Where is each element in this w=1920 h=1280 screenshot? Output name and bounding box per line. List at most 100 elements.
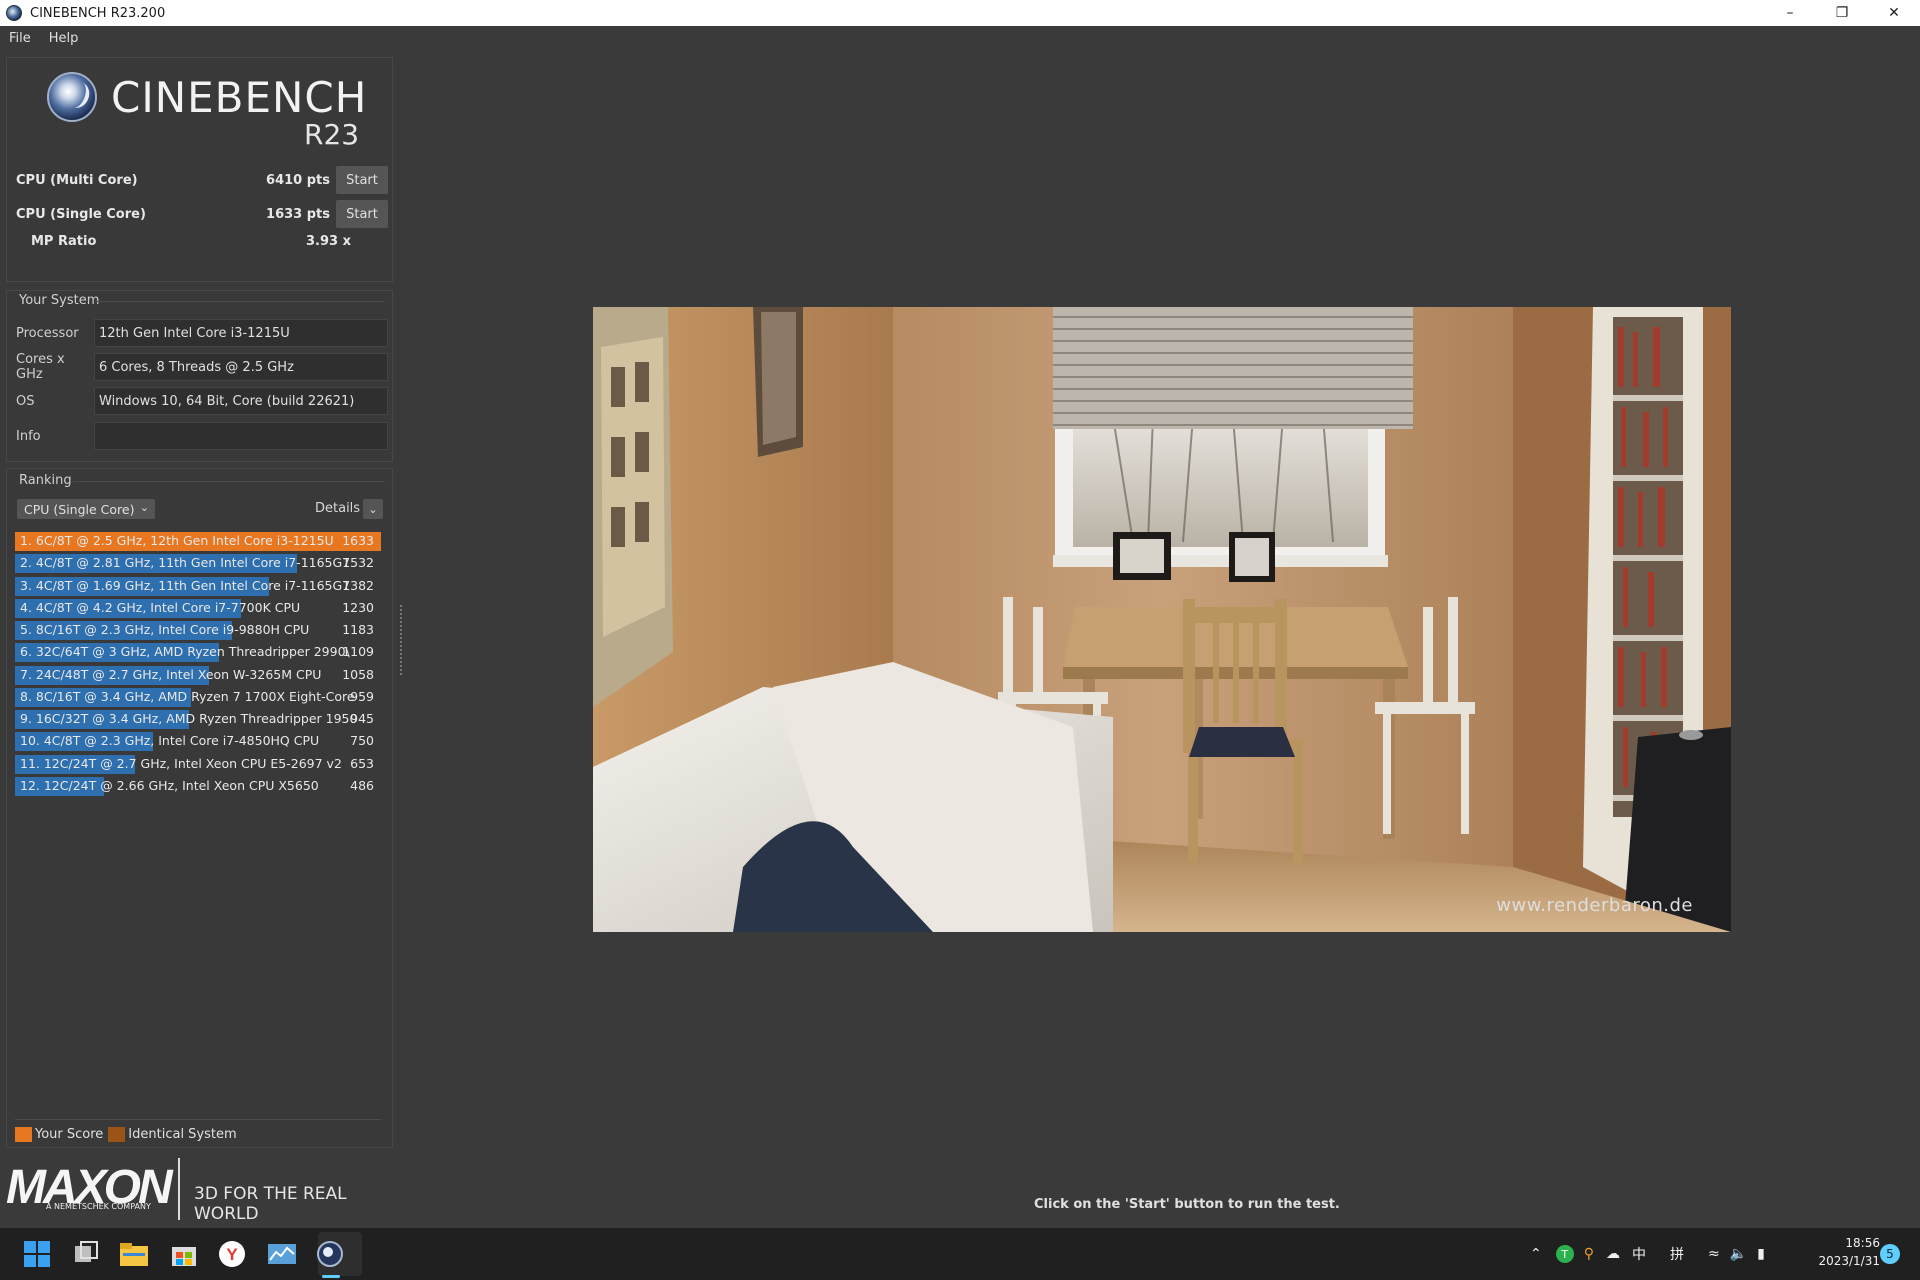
ime-mode-indicator[interactable]: 拼 xyxy=(1670,1244,1684,1264)
window-controls: – ❐ ✕ xyxy=(1764,0,1920,26)
ranking-item[interactable]: 9. 16C/32T @ 3.4 GHz, AMD Ryzen Threadri… xyxy=(15,708,381,730)
identical-system-legend-label: Identical System xyxy=(128,1127,237,1142)
ranking-item[interactable]: 2. 4C/8T @ 2.81 GHz, 11th Gen Intel Core… xyxy=(15,552,381,574)
taskbar-clock[interactable]: 18:56 2023/1/31 xyxy=(1812,1234,1880,1270)
yandex-browser-icon[interactable]: Y xyxy=(216,1238,248,1270)
ranking-list: 1. 6C/8T @ 2.5 GHz, 12th Gen Intel Core … xyxy=(15,530,381,797)
info-row: Info xyxy=(16,422,388,450)
maxon-divider xyxy=(178,1158,180,1220)
ranking-item-label: 12. 12C/24T @ 2.66 GHz, Intel Xeon CPU X… xyxy=(20,777,319,793)
ranking-item-label: 4. 4C/8T @ 4.2 GHz, Intel Core i7-7700K … xyxy=(20,599,301,615)
clock-time: 18:56 xyxy=(1845,1236,1880,1250)
file-explorer-icon[interactable] xyxy=(118,1238,150,1270)
clock-date: 2023/1/31 xyxy=(1818,1254,1880,1268)
logo-version: R23 xyxy=(304,118,360,151)
multi-core-label: CPU (Multi Core) xyxy=(16,172,138,188)
legend-divider xyxy=(15,1119,381,1120)
task-view-icon[interactable] xyxy=(70,1238,102,1270)
menu-file[interactable]: File xyxy=(0,31,40,46)
panel-splitter-handle[interactable] xyxy=(400,605,403,675)
window-title: CINEBENCH R23.200 xyxy=(30,5,166,21)
multi-core-row: CPU (Multi Core) 6410 pts Start xyxy=(16,165,388,195)
mp-ratio-value: 3.93 x xyxy=(306,234,351,249)
ranking-item[interactable]: 10. 4C/8T @ 2.3 GHz, Intel Core i7-4850H… xyxy=(15,730,381,752)
ranking-item-label: 3. 4C/8T @ 1.69 GHz, 11th Gen Intel Core… xyxy=(20,577,351,593)
status-message: Click on the 'Start' button to run the t… xyxy=(1034,1197,1340,1212)
processor-label: Processor xyxy=(16,325,79,341)
single-core-score: 1633 pts xyxy=(266,206,330,222)
your-system-title: Your System xyxy=(19,293,100,308)
maxon-tagline: 3D FOR THE REAL WORLD xyxy=(194,1184,347,1224)
ranking-item-your-score[interactable]: 1. 6C/8T @ 2.5 GHz, 12th Gen Intel Core … xyxy=(15,530,381,552)
your-score-legend-label: Your Score xyxy=(35,1127,104,1142)
ranking-item[interactable]: 5. 8C/16T @ 2.3 GHz, Intel Core i9-9880H… xyxy=(15,619,381,641)
title-bar: CINEBENCH R23.200 – ❐ ✕ xyxy=(0,0,1920,26)
ranking-legend: Your Score Identical System xyxy=(15,1127,237,1142)
mp-ratio-label: MP Ratio xyxy=(31,234,97,249)
ranking-item[interactable]: 7. 24C/48T @ 2.7 GHz, Intel Xeon W-3265M… xyxy=(15,664,381,686)
menu-bar: File Help xyxy=(0,26,1920,50)
multi-core-start-button[interactable]: Start xyxy=(336,166,388,194)
ranking-item-label: 11. 12C/24T @ 2.7 GHz, Intel Xeon CPU E5… xyxy=(20,755,342,771)
menu-help[interactable]: Help xyxy=(40,31,88,46)
section-divider xyxy=(95,301,385,302)
cinebench-taskbar-icon[interactable] xyxy=(314,1238,346,1270)
ranking-item-label: 6. 32C/64T @ 3 GHz, AMD Ryzen Threadripp… xyxy=(20,644,350,660)
ranking-item[interactable]: 3. 4C/8T @ 1.69 GHz, 11th Gen Intel Core… xyxy=(15,575,381,597)
tray-app-icon[interactable]: T xyxy=(1555,1245,1574,1263)
search-key-icon[interactable]: ⚲ xyxy=(1584,1246,1594,1262)
ranking-item-label: 2. 4C/8T @ 2.81 GHz, 11th Gen Intel Core… xyxy=(20,555,351,571)
render-watermark: www.renderbaron.de xyxy=(1496,895,1693,916)
battery-icon[interactable]: ▮ xyxy=(1757,1246,1765,1262)
ranking-item-score: 1230 xyxy=(342,599,374,615)
render-scene xyxy=(593,307,1731,932)
chevron-down-icon: ⌄ xyxy=(368,502,378,516)
chevron-up-icon[interactable]: ⌃ xyxy=(1530,1246,1542,1262)
ranking-item[interactable]: 11. 12C/24T @ 2.7 GHz, Intel Xeon CPU E5… xyxy=(15,753,381,775)
ranking-item[interactable]: 12. 12C/24T @ 2.66 GHz, Intel Xeon CPU X… xyxy=(15,775,381,797)
restore-icon[interactable]: ❐ xyxy=(1816,0,1868,26)
processor-row: Processor 12th Gen Intel Core i3-1215U xyxy=(16,319,388,347)
volume-icon[interactable]: 🔈 xyxy=(1730,1246,1747,1262)
monitor-app-icon[interactable] xyxy=(266,1238,298,1270)
ranking-item[interactable]: 8. 8C/16T @ 3.4 GHz, AMD Ryzen 7 1700X E… xyxy=(15,686,381,708)
details-toggle-button[interactable]: ⌄ xyxy=(363,499,383,519)
ranking-item-score: 486 xyxy=(350,777,374,793)
os-row: OS Windows 10, 64 Bit, Core (build 22621… xyxy=(16,387,388,415)
benchmark-panel: CINEBENCH R23 CPU (Multi Core) 6410 pts … xyxy=(6,57,393,282)
ranking-item-score: 1058 xyxy=(342,666,374,682)
onedrive-cloud-icon[interactable]: ☁ xyxy=(1606,1246,1620,1262)
notification-icon[interactable]: 5 xyxy=(1880,1244,1900,1264)
wifi-icon[interactable]: ≈ xyxy=(1708,1246,1720,1262)
active-app-indicator xyxy=(322,1275,340,1278)
logo-title: CINEBENCH xyxy=(111,72,368,122)
windows-start-icon[interactable] xyxy=(21,1238,53,1270)
microsoft-store-icon[interactable] xyxy=(168,1238,200,1270)
ranking-item-label: 8. 8C/16T @ 3.4 GHz, AMD Ryzen 7 1700X E… xyxy=(20,688,355,704)
close-icon[interactable]: ✕ xyxy=(1868,0,1920,26)
cinebench-logo: CINEBENCH xyxy=(47,72,367,122)
ranking-item-score: 1382 xyxy=(342,577,374,593)
system-tray: ⌃ T ⚲ ☁ 中 拼 ≈ 🔈 ▮ xyxy=(1530,1228,1765,1280)
single-core-label: CPU (Single Core) xyxy=(16,206,146,222)
minimize-icon[interactable]: – xyxy=(1764,0,1816,26)
maxon-logo-subtitle: A NEMETSCHEK COMPANY xyxy=(46,1202,151,1211)
ranking-type-dropdown[interactable]: CPU (Single Core) ⌄ xyxy=(17,499,155,519)
info-field[interactable] xyxy=(94,422,388,450)
mp-ratio-row: MP Ratio 3.93 x xyxy=(31,234,351,249)
ranking-item[interactable]: 6. 32C/64T @ 3 GHz, AMD Ryzen Threadripp… xyxy=(15,641,381,663)
ranking-item-score: 1183 xyxy=(342,622,374,637)
ranking-item-score: 750 xyxy=(350,733,374,749)
ranking-item-score: 653 xyxy=(350,755,374,771)
os-label: OS xyxy=(16,393,35,409)
ranking-item[interactable]: 4. 4C/8T @ 4.2 GHz, Intel Core i7-7700K … xyxy=(15,597,381,619)
your-score-swatch xyxy=(15,1127,32,1142)
single-core-row: CPU (Single Core) 1633 pts Start xyxy=(16,199,388,229)
identical-system-swatch xyxy=(108,1127,126,1142)
cores-row: Cores x GHz 6 Cores, 8 Threads @ 2.5 GHz xyxy=(16,352,388,382)
ime-language-indicator[interactable]: 中 xyxy=(1632,1244,1646,1264)
render-preview-image: www.renderbaron.de xyxy=(593,307,1731,932)
section-divider xyxy=(73,481,385,482)
cores-field: 6 Cores, 8 Threads @ 2.5 GHz xyxy=(94,353,388,381)
single-core-start-button[interactable]: Start xyxy=(336,200,388,228)
